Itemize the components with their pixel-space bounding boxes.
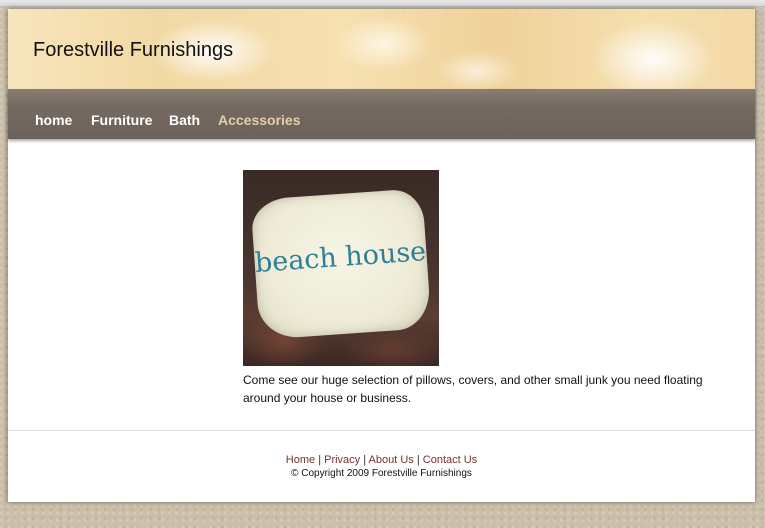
footer-link-privacy[interactable]: Privacy (324, 454, 360, 466)
footer-divider (8, 430, 755, 431)
nav-item-home[interactable]: home (35, 112, 72, 128)
browser-top-edge (0, 0, 765, 7)
nav-item-furniture[interactable]: Furniture (91, 112, 152, 128)
pillow-text: beach house (254, 236, 428, 279)
footer-links: Home | Privacy | About Us | Contact Us (8, 454, 755, 466)
main-nav: home Furniture Bath Accessories (8, 89, 755, 139)
copyright-text: © Copyright 2009 Forestville Furnishings (291, 468, 472, 479)
nav-item-accessories[interactable]: Accessories (218, 112, 301, 128)
footer-link-contact-us[interactable]: Contact Us (423, 454, 477, 466)
footer-link-home[interactable]: Home (286, 454, 315, 466)
page-container: Forestville Furnishings home Furniture B… (8, 9, 755, 502)
footer-link-about-us[interactable]: About Us (369, 454, 414, 466)
site-title: Forestville Furnishings (33, 39, 234, 61)
pillow-shape: beach house (250, 188, 432, 340)
nav-item-bath[interactable]: Bath (169, 112, 200, 128)
product-description: Come see our huge selection of pillows, … (243, 373, 703, 405)
pillow-photo: beach house (243, 170, 439, 366)
site-header: Forestville Furnishings (8, 9, 755, 89)
